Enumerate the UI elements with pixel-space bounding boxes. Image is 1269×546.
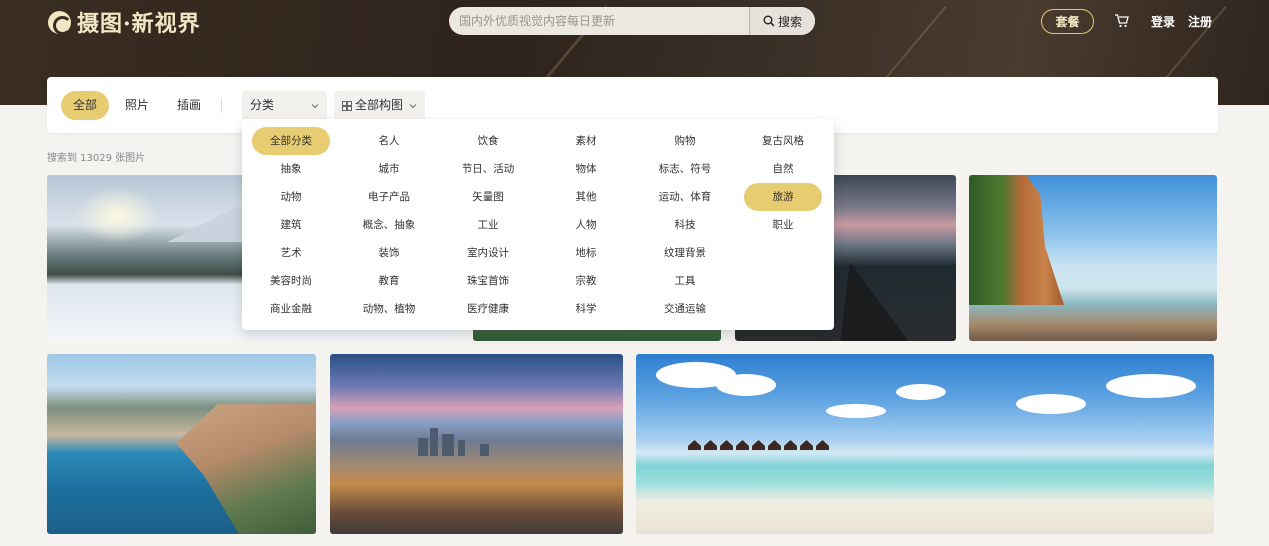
category-option[interactable]: 地标 (547, 239, 625, 267)
category-option[interactable]: 教育 (350, 267, 428, 295)
category-option[interactable]: 抽象 (252, 155, 330, 183)
category-option[interactable]: 室内设计 (449, 239, 527, 267)
category-option[interactable]: 运动、体育 (646, 183, 724, 211)
category-option[interactable]: 纹理背景 (646, 239, 724, 267)
logo-text: 摄图·新视界 (77, 11, 201, 37)
tab-illustrations[interactable]: 插画 (165, 91, 213, 120)
category-select-label: 分类 (250, 98, 275, 112)
category-option[interactable]: 商业金融 (252, 295, 330, 323)
category-option[interactable]: 艺术 (252, 239, 330, 267)
category-dropdown: 全部分类 名人 饮食 素材 购物 复古风格抽象 城市 节日、活动 物体 标志、符号 自然动物 电子产品… (242, 119, 834, 330)
search-button-label: 搜索 (777, 14, 802, 29)
filter-divider (221, 98, 222, 113)
category-option[interactable]: 节日、活动 (449, 155, 527, 183)
category-option[interactable]: 动物 (252, 183, 330, 211)
chevron-down-icon (311, 103, 319, 108)
category-option[interactable]: 矢量图 (449, 183, 527, 211)
category-option[interactable]: 全部分类 (252, 127, 330, 155)
category-option[interactable]: 电子产品 (350, 183, 428, 211)
category-option[interactable]: 人物 (547, 211, 625, 239)
category-option[interactable]: 名人 (350, 127, 428, 155)
site-logo[interactable]: 摄图·新视界 (48, 8, 201, 37)
layout-grid-icon (342, 100, 352, 111)
result-count: 搜索到 13029 张图片 (47, 153, 146, 164)
search-input[interactable] (449, 7, 749, 35)
category-select[interactable]: 分类 (242, 91, 327, 120)
category-option[interactable]: 医疗健康 (449, 295, 527, 323)
composition-select[interactable]: 全部构图 (334, 91, 425, 120)
category-option[interactable]: 宗教 (547, 267, 625, 295)
register-link[interactable]: 注册 (1188, 13, 1212, 30)
logo-icon (48, 10, 72, 35)
category-option[interactable]: 物体 (547, 155, 625, 183)
category-option[interactable]: 城市 (350, 155, 428, 183)
tab-all[interactable]: 全部 (61, 91, 110, 120)
composition-select-label: 全部构图 (355, 98, 404, 112)
category-option[interactable]: 饮食 (449, 127, 527, 155)
category-option[interactable]: 工具 (646, 267, 724, 295)
chevron-down-icon (409, 103, 417, 108)
category-option[interactable]: 科技 (646, 211, 724, 239)
tab-photos[interactable]: 照片 (113, 91, 161, 120)
category-option[interactable]: 建筑 (252, 211, 330, 239)
search-button[interactable]: 搜索 (749, 7, 815, 35)
search-icon (763, 15, 775, 27)
category-option[interactable]: 珠宝首饰 (449, 267, 527, 295)
plan-button[interactable]: 套餐 (1041, 9, 1094, 34)
category-option[interactable]: 自然 (744, 155, 822, 183)
category-option[interactable]: 装饰 (350, 239, 428, 267)
category-option[interactable]: 概念、抽象 (350, 211, 428, 239)
category-option[interactable]: 美容时尚 (252, 267, 330, 295)
photo-beach-cliff[interactable] (969, 175, 1217, 341)
category-option[interactable]: 动物、植物 (350, 295, 428, 323)
cart-icon[interactable] (1114, 13, 1130, 29)
category-option[interactable]: 其他 (547, 183, 625, 211)
category-option[interactable]: 购物 (646, 127, 724, 155)
category-option[interactable]: 复古风格 (744, 127, 822, 155)
category-option[interactable]: 职业 (744, 211, 822, 239)
photo-tropical-island[interactable] (636, 354, 1214, 534)
photo-nice-coastline[interactable] (47, 354, 316, 534)
category-option[interactable]: 科学 (547, 295, 625, 323)
search-bar: 搜索 (449, 7, 815, 35)
category-option[interactable]: 旅游 (744, 183, 822, 211)
category-option[interactable]: 工业 (449, 211, 527, 239)
login-link[interactable]: 登录 (1151, 13, 1175, 30)
photo-city-skyline[interactable] (330, 354, 623, 534)
category-option[interactable]: 素材 (547, 127, 625, 155)
category-option[interactable]: 标志、符号 (646, 155, 724, 183)
category-option[interactable]: 交通运输 (646, 295, 724, 323)
